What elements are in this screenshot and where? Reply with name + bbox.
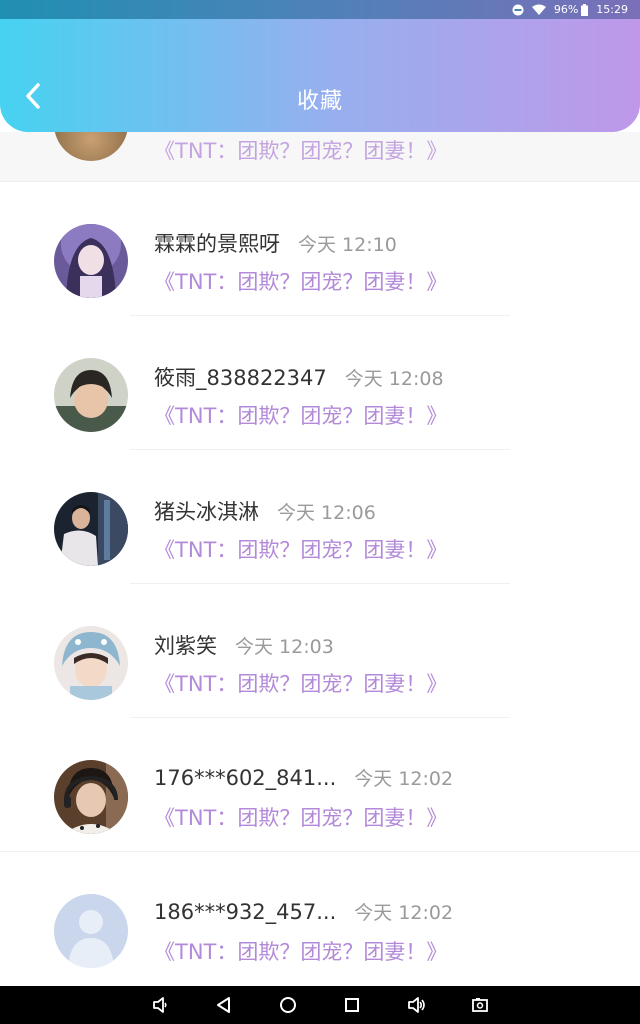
volume-up-icon xyxy=(408,997,425,1013)
list-item-partial[interactable]: 《TNT：团欺？团宠？团妻！》 xyxy=(0,132,640,182)
header: 收藏 xyxy=(0,19,640,132)
page-title: 收藏 xyxy=(296,89,343,114)
name-line: 霖霖的景熙呀 今天 12:10 xyxy=(154,228,397,258)
recents-nav-button[interactable] xyxy=(332,986,372,1024)
screenshot-icon xyxy=(472,998,488,1012)
book-title[interactable]: 《TNT：团欺？团宠？团妻！》 xyxy=(154,266,447,296)
avatar xyxy=(54,224,128,298)
avatar xyxy=(54,760,128,834)
avatar xyxy=(54,492,128,566)
user-name[interactable]: 186***932_457... xyxy=(154,900,336,924)
name-line: 186***932_457... 今天 12:02 xyxy=(154,898,453,925)
book-title[interactable]: 《TNT：团欺？团宠？团妻！》 xyxy=(154,802,447,832)
back-nav-button[interactable] xyxy=(204,986,244,1024)
recents-square-icon xyxy=(345,998,359,1012)
list-item[interactable]: 186***932_457... 今天 12:02 《TNT：团欺？团宠？团妻！… xyxy=(0,851,640,985)
timestamp: 今天 12:08 xyxy=(344,368,444,390)
list-item[interactable]: 筱雨_838822347 今天 12:08 《TNT：团欺？团宠？团妻！》 xyxy=(0,315,640,449)
status-time: 15:29 xyxy=(596,3,628,16)
book-title[interactable]: 《TNT：团欺？团宠？团妻！》 xyxy=(154,668,447,698)
name-line: 176***602_841... 今天 12:02 xyxy=(154,764,453,791)
user-name[interactable]: 176***602_841... xyxy=(154,766,336,790)
default-avatar-icon xyxy=(54,894,128,968)
book-title[interactable]: 《TNT：团欺？团宠？团妻！》 xyxy=(154,400,447,430)
list-item[interactable]: 刘紫笑 今天 12:03 《TNT：团欺？团宠？团妻！》 xyxy=(0,583,640,717)
timestamp: 今天 12:02 xyxy=(354,902,454,924)
list-item[interactable]: 176***602_841... 今天 12:02 《TNT：团欺？团宠？团妻！… xyxy=(0,717,640,851)
status-bar: 96% 15:29 xyxy=(0,0,640,19)
book-title[interactable]: 《TNT：团欺？团宠？团妻！》 xyxy=(154,936,447,966)
screenshot-button[interactable] xyxy=(460,986,500,1024)
book-title[interactable]: 《TNT：团欺？团宠？团妻！》 xyxy=(154,135,447,165)
list-item[interactable]: 猪头冰淇淋 今天 12:06 《TNT：团欺？团宠？团妻！》 xyxy=(0,449,640,583)
timestamp: 今天 12:03 xyxy=(235,636,334,658)
wifi-icon xyxy=(531,4,546,15)
do-not-disturb-icon xyxy=(512,4,524,16)
battery-icon xyxy=(581,3,589,16)
avatar xyxy=(54,132,128,161)
volume-up-button[interactable] xyxy=(396,986,436,1024)
name-line: 猪头冰淇淋 今天 12:06 xyxy=(154,496,376,526)
user-name[interactable]: 刘紫笑 xyxy=(154,630,217,660)
back-triangle-icon xyxy=(217,997,230,1013)
home-circle-icon xyxy=(280,997,296,1013)
user-name[interactable]: 霖霖的景熙呀 xyxy=(154,228,280,258)
timestamp: 今天 12:06 xyxy=(277,502,376,524)
user-name[interactable]: 筱雨_838822347 xyxy=(154,362,327,392)
book-title[interactable]: 《TNT：团欺？团宠？团妻！》 xyxy=(154,534,447,564)
home-nav-button[interactable] xyxy=(268,986,308,1024)
list-item[interactable]: 霖霖的景熙呀 今天 12:10 《TNT：团欺？团宠？团妻！》 xyxy=(0,181,640,315)
system-nav-bar xyxy=(0,986,640,1024)
avatar xyxy=(54,358,128,432)
name-line: 刘紫笑 今天 12:03 xyxy=(154,630,334,660)
volume-down-button[interactable] xyxy=(140,986,180,1024)
volume-down-icon xyxy=(153,997,167,1013)
name-line: 筱雨_838822347 今天 12:08 xyxy=(154,362,444,392)
app-root: 96% 15:29 《TNT：团欺？团宠？团妻！》 收藏 霖霖的景熙呀 今天 1… xyxy=(0,0,640,1024)
user-name[interactable]: 猪头冰淇淋 xyxy=(154,496,259,526)
timestamp: 今天 12:02 xyxy=(354,768,454,790)
avatar xyxy=(54,626,128,700)
battery-percent: 96% xyxy=(553,3,579,16)
timestamp: 今天 12:10 xyxy=(298,234,397,256)
